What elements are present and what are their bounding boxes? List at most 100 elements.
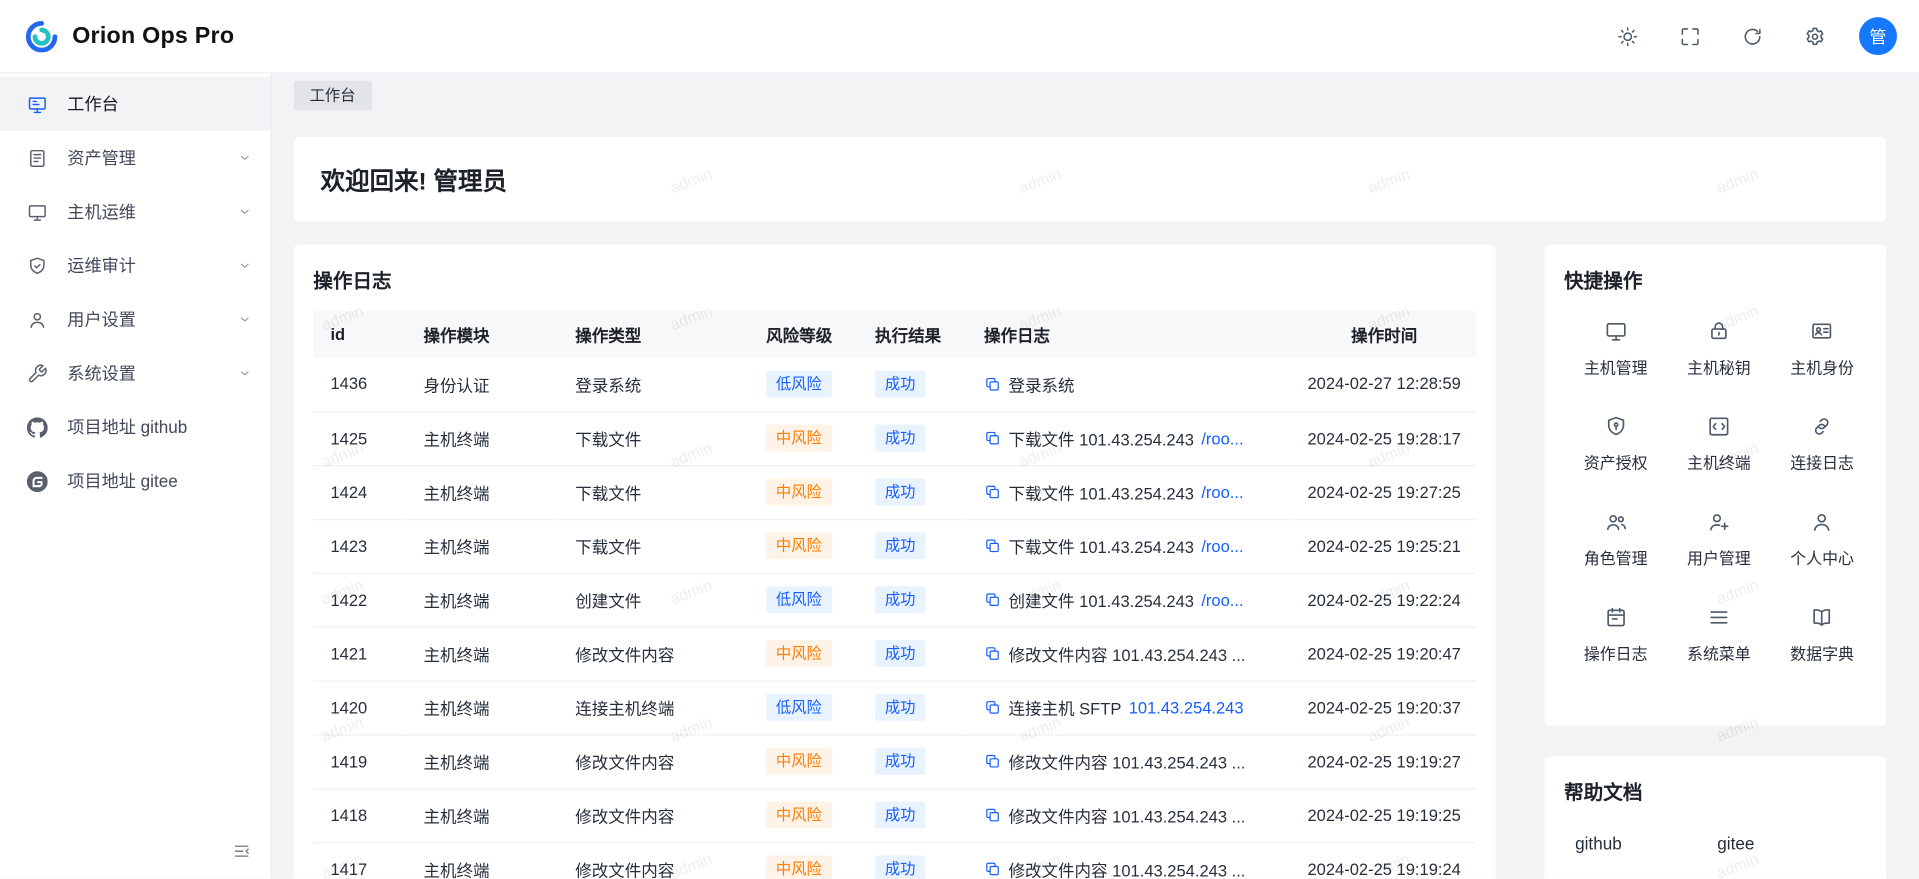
quick-action-operation-log[interactable]: 操作日志 (1564, 587, 1667, 682)
quick-action-user-manage[interactable]: 用户管理 (1667, 492, 1770, 587)
quick-action-role-manage[interactable]: 角色管理 (1564, 492, 1667, 587)
welcome-message: 欢迎回来! 管理员 (321, 162, 507, 197)
quick-action-host-manage[interactable]: 主机管理 (1564, 301, 1667, 396)
column-header: 风险等级 (749, 311, 858, 358)
sidebar-item-gitee[interactable]: 项目地址 gitee (0, 454, 270, 508)
cell-type: 修改文件内容 (558, 842, 749, 879)
sidebar-item-user-settings[interactable]: 用户设置 (0, 293, 270, 347)
cell-type: 修改文件内容 (558, 627, 749, 681)
dict-icon (1810, 606, 1833, 629)
quick-action-connect-log[interactable]: 连接日志 (1770, 397, 1873, 492)
column-header: 操作日志 (967, 311, 1293, 358)
log-text: 下载文件 101.43.254.243 (1008, 534, 1194, 558)
cell-type: 登录系统 (558, 357, 749, 411)
result-badge: 成功 (875, 748, 925, 775)
quick-action-label: 主机管理 (1584, 355, 1648, 378)
user-avatar[interactable]: 管 (1859, 17, 1897, 55)
cell-id: 1418 (313, 788, 406, 842)
log-link[interactable]: 101.43.254.243 (1129, 698, 1244, 716)
quick-action-label: 用户管理 (1687, 546, 1751, 569)
table-row: 1422主机终端创建文件低风险成功创建文件 101.43.254.243 /ro… (313, 573, 1476, 627)
cell-id: 1419 (313, 734, 406, 788)
cell-module: 主机终端 (406, 680, 558, 734)
cell-time: 2024-02-25 19:25:21 (1292, 519, 1476, 573)
column-header: 操作类型 (558, 311, 749, 358)
risk-badge: 中风险 (766, 532, 831, 559)
theme-button[interactable] (1617, 25, 1639, 47)
log-link[interactable]: /roo... (1201, 537, 1243, 555)
sidebar-item-assets[interactable]: 资产管理 (0, 131, 270, 185)
log-link[interactable]: /roo... (1201, 483, 1243, 501)
log-text: 连接主机 SFTP (1008, 695, 1121, 719)
copy-icon[interactable] (984, 483, 1001, 500)
copy-icon[interactable] (984, 375, 1001, 392)
quick-action-system-menu[interactable]: 系统菜单 (1667, 587, 1770, 682)
quick-actions-grid: 主机管理主机秘钥主机身份资产授权主机终端连接日志角色管理用户管理 个人中心操作日志… (1564, 301, 1874, 683)
cell-time: 2024-02-25 19:19:27 (1292, 734, 1476, 788)
quick-action-profile[interactable]: 个人中心 (1770, 492, 1873, 587)
quick-action-label: 个人中心 (1790, 546, 1854, 569)
quick-action-asset-grant[interactable]: 资产授权 (1564, 397, 1667, 492)
sidebar-item-host-ops[interactable]: 主机运维 (0, 185, 270, 239)
cell-result: 成功 (858, 465, 967, 519)
copy-icon[interactable] (984, 537, 1001, 554)
table-row: 1418主机终端修改文件内容中风险成功修改文件内容 101.43.254.243… (313, 788, 1476, 842)
page-tab-workbench[interactable]: 工作台 (294, 81, 372, 110)
quick-action-label: 主机身份 (1790, 355, 1854, 378)
main-layout: 工作台资产管理主机运维运维审计用户设置系统设置项目地址 github项目地址 g… (0, 73, 1919, 878)
quick-action-host-identity[interactable]: 主机身份 (1770, 301, 1873, 396)
sidebar-item-label: 主机运维 (67, 199, 218, 223)
help-link-github[interactable]: github (1575, 833, 1622, 853)
quick-action-host-keys[interactable]: 主机秘钥 (1667, 301, 1770, 396)
sidebar-item-workbench[interactable]: 工作台 (0, 77, 270, 131)
log-cell: 修改文件内容 101.43.254.243 ... (984, 641, 1275, 665)
copy-icon[interactable] (984, 807, 1001, 824)
log-text: 修改文件内容 101.43.254.243 ... (1008, 749, 1245, 773)
copy-icon[interactable] (984, 430, 1001, 447)
chevron-down-icon (237, 151, 252, 166)
refresh-icon (1742, 25, 1764, 47)
copy-icon[interactable] (984, 860, 1001, 877)
chevron-down-icon (237, 312, 252, 327)
sidebar-collapse-button[interactable] (228, 837, 255, 864)
shield-check-icon (27, 255, 48, 276)
chevron-down-icon (237, 366, 252, 381)
cell-risk: 中风险 (749, 465, 858, 519)
cell-risk: 中风险 (749, 842, 858, 879)
cell-log: 修改文件内容 101.43.254.243 ... (967, 842, 1293, 879)
fullscreen-button[interactable] (1679, 25, 1701, 47)
sidebar-item-ops-audit[interactable]: 运维审计 (0, 239, 270, 293)
table-row: 1420主机终端连接主机终端低风险成功连接主机 SFTP 101.43.254.… (313, 680, 1476, 734)
copy-icon[interactable] (984, 753, 1001, 770)
cell-result: 成功 (858, 573, 967, 627)
log-link[interactable]: /roo... (1201, 429, 1243, 447)
refresh-button[interactable] (1742, 25, 1764, 47)
app-logo-icon (24, 19, 58, 53)
cell-result: 成功 (858, 842, 967, 879)
sun-icon (1617, 25, 1639, 47)
result-badge: 成功 (875, 479, 925, 506)
settings-button[interactable] (1804, 25, 1826, 47)
log-text: 下载文件 101.43.254.243 (1008, 480, 1194, 504)
cell-module: 主机终端 (406, 465, 558, 519)
help-link-gitee[interactable]: gitee (1717, 833, 1754, 853)
copy-icon[interactable] (984, 591, 1001, 608)
sidebar-item-github[interactable]: 项目地址 github (0, 400, 270, 454)
copy-icon[interactable] (984, 699, 1001, 716)
log-link[interactable]: /roo... (1201, 591, 1243, 609)
sidebar-item-system-settings[interactable]: 系统设置 (0, 346, 270, 400)
log-cell: 下载文件 101.43.254.243 /roo... (984, 534, 1275, 558)
table-row: 1425主机终端下载文件中风险成功下载文件 101.43.254.243 /ro… (313, 411, 1476, 465)
cell-id: 1422 (313, 573, 406, 627)
cell-id: 1417 (313, 842, 406, 879)
cell-risk: 中风险 (749, 734, 858, 788)
copy-icon[interactable] (984, 645, 1001, 662)
quick-action-host-terminal[interactable]: 主机终端 (1667, 397, 1770, 492)
result-badge: 成功 (875, 640, 925, 667)
sidebar: 工作台资产管理主机运维运维审计用户设置系统设置项目地址 github项目地址 g… (0, 73, 272, 878)
log-cell: 下载文件 101.43.254.243 /roo... (984, 426, 1275, 450)
cell-id: 1436 (313, 357, 406, 411)
quick-action-data-dict[interactable]: 数据字典 (1770, 587, 1873, 682)
table-row: 1424主机终端下载文件中风险成功下载文件 101.43.254.243 /ro… (313, 465, 1476, 519)
shield-icon (1604, 415, 1627, 438)
